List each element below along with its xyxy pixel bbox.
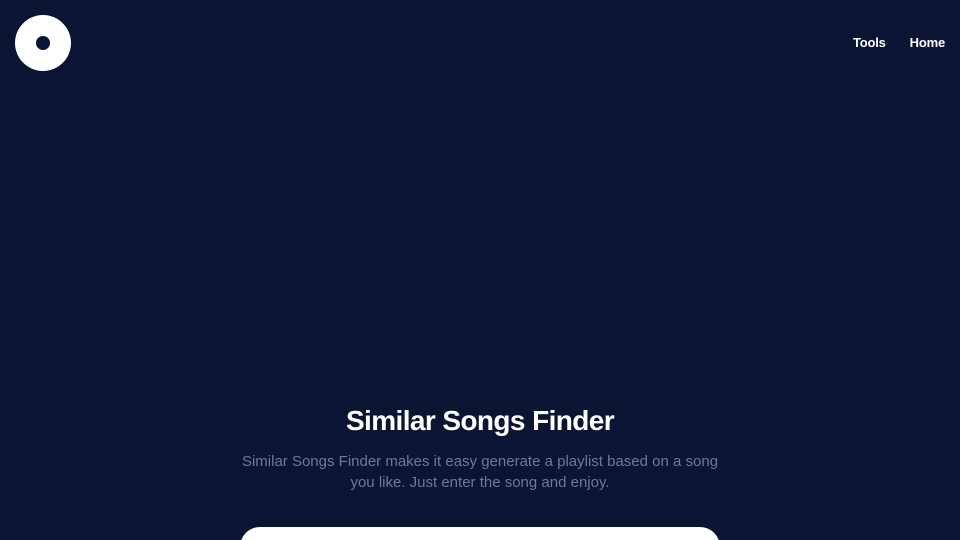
- hero-section: Similar Songs Finder Similar Songs Finde…: [0, 403, 960, 493]
- hero-description: Similar Songs Finder makes it easy gener…: [241, 453, 719, 491]
- page-title: Similar Songs Finder: [345, 405, 615, 436]
- page: Tools Home Similar Songs Finder Similar …: [0, 0, 960, 540]
- nav-link-tools[interactable]: Tools: [853, 35, 886, 50]
- logo-center-hole: [36, 36, 50, 50]
- song-search-input[interactable]: [240, 527, 720, 540]
- vinyl-disc-icon[interactable]: [15, 15, 71, 71]
- top-nav: Tools Home: [853, 35, 945, 50]
- nav-link-home[interactable]: Home: [910, 35, 946, 50]
